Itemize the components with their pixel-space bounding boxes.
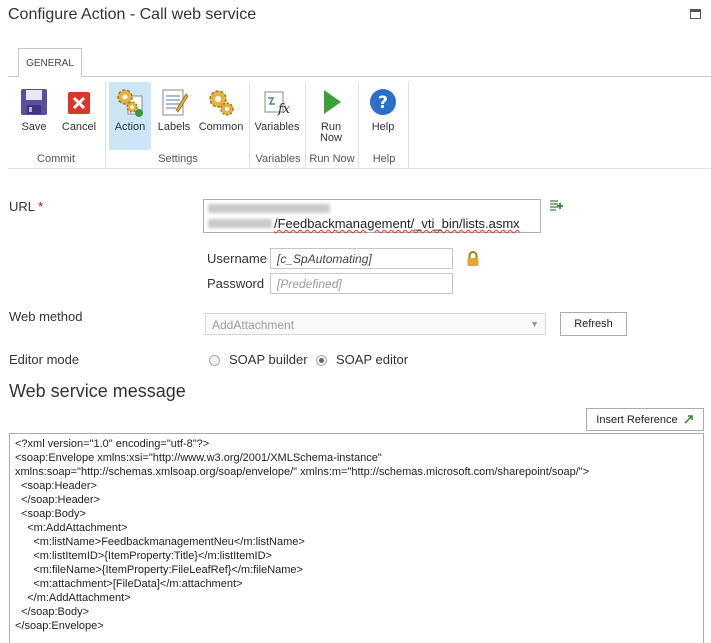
play-icon <box>315 86 347 118</box>
soap-message-editor[interactable]: <?xml version="1.0" encoding="utf-8"?> <… <box>9 433 704 643</box>
password-field[interactable]: [Predefined] <box>270 273 453 294</box>
maximize-icon[interactable] <box>690 9 701 19</box>
variables-button[interactable]: fx Variables <box>253 82 301 150</box>
help-icon: ? <box>367 86 399 118</box>
chevron-down-icon: ▼ <box>530 319 539 329</box>
action-label: Action <box>114 121 146 133</box>
common-label: Common <box>198 121 244 133</box>
refresh-button[interactable]: Refresh <box>560 312 627 336</box>
code-line: <soap:Body> <box>15 508 86 520</box>
redacted-text <box>208 219 272 228</box>
code-line: <m:fileName>{ItemProperty:FileLeafRef}</… <box>15 564 303 576</box>
save-button[interactable]: Save <box>12 82 56 150</box>
code-line: </m:AddAttachment> <box>15 592 131 604</box>
code-line: </soap:Header> <box>15 494 101 506</box>
code-line: xmlns:soap="http://schemas.xmlsoap.org/s… <box>15 466 590 478</box>
group-run-now: Run Now <box>309 153 355 165</box>
cancel-label: Cancel <box>61 121 97 133</box>
svg-text:fx: fx <box>277 102 291 117</box>
username-field[interactable]: [c_SpAutomating] <box>270 248 453 269</box>
group-help: Help <box>372 153 396 165</box>
code-line: <soap:Envelope xmlns:xsi="http://www.w3.… <box>15 452 382 464</box>
group-settings: Settings <box>158 153 198 165</box>
dialog-title: Configure Action - Call web service <box>8 6 257 23</box>
ribbon: Save Cancel Action Labels Common fx Vari… <box>8 77 711 169</box>
action-gears-icon <box>114 86 146 118</box>
web-method-select[interactable]: AddAttachment ▼ <box>205 313 546 335</box>
variables-fx-icon: fx <box>261 86 293 118</box>
code-line: <m:AddAttachment> <box>15 522 128 534</box>
soap-builder-label[interactable]: SOAP builder <box>229 352 308 367</box>
save-icon <box>18 86 50 118</box>
web-service-message-title: Web service message <box>9 381 186 401</box>
url-field[interactable]: /Feedbackmanagement/_vti_bin/lists.asmx <box>203 199 541 233</box>
code-line: </soap:Envelope> <box>15 620 104 632</box>
redacted-text <box>208 204 330 213</box>
insert-reference-arrow-icon <box>684 410 694 424</box>
ribbon-separator <box>249 82 250 168</box>
insert-reference-button[interactable]: Insert Reference <box>586 408 704 431</box>
svg-text:?: ? <box>378 93 388 113</box>
save-label: Save <box>21 121 47 133</box>
cancel-icon <box>63 86 95 118</box>
run-now-label-2: Now <box>319 132 342 144</box>
run-now-button[interactable]: Run Now <box>311 82 351 150</box>
insert-reference-icon[interactable] <box>549 200 565 214</box>
required-mark: * <box>38 199 44 214</box>
common-gears-icon <box>205 86 237 118</box>
code-line: <m:listName>FeedbackmanagementNeu</m:lis… <box>15 536 305 548</box>
tab-general[interactable]: GENERAL <box>18 48 82 77</box>
web-method-value: AddAttachment <box>212 318 295 332</box>
ribbon-separator <box>105 82 106 168</box>
code-line: </soap:Body> <box>15 606 89 618</box>
url-visible-text: /Feedbackmanagement/_vti_bin/lists.asmx <box>274 216 520 231</box>
code-line: <soap:Header> <box>15 480 97 492</box>
soap-builder-radio[interactable] <box>209 355 220 366</box>
insert-reference-label: Insert Reference <box>596 414 678 426</box>
ribbon-separator <box>358 82 359 168</box>
action-button[interactable]: Action <box>109 82 151 150</box>
lock-icon[interactable] <box>466 251 480 267</box>
group-variables: Variables <box>255 153 301 165</box>
soap-editor-label[interactable]: SOAP editor <box>336 352 408 367</box>
common-button[interactable]: Common <box>197 82 245 150</box>
help-label: Help <box>371 121 395 133</box>
labels-label: Labels <box>157 121 191 133</box>
ribbon-separator <box>408 82 409 168</box>
code-line: <m:attachment>[FileData]</m:attachment> <box>15 578 243 590</box>
code-line: <m:listItemID>{ItemProperty:Title}</m:li… <box>15 550 272 562</box>
labels-button[interactable]: Labels <box>154 82 194 150</box>
code-line: <?xml version="1.0" encoding="utf-8"?> <box>15 438 210 450</box>
url-label: URL * <box>9 199 44 214</box>
help-button[interactable]: ? Help <box>362 82 404 150</box>
web-method-label: Web method <box>9 309 83 324</box>
labels-icon <box>158 86 190 118</box>
cancel-button[interactable]: Cancel <box>58 82 100 150</box>
soap-editor-radio[interactable] <box>316 355 327 366</box>
username-label: Username <box>207 251 267 266</box>
variables-label: Variables <box>254 121 300 133</box>
group-commit: Commit <box>37 153 75 165</box>
password-label: Password <box>207 276 265 291</box>
editor-mode-label: Editor mode <box>9 352 80 367</box>
